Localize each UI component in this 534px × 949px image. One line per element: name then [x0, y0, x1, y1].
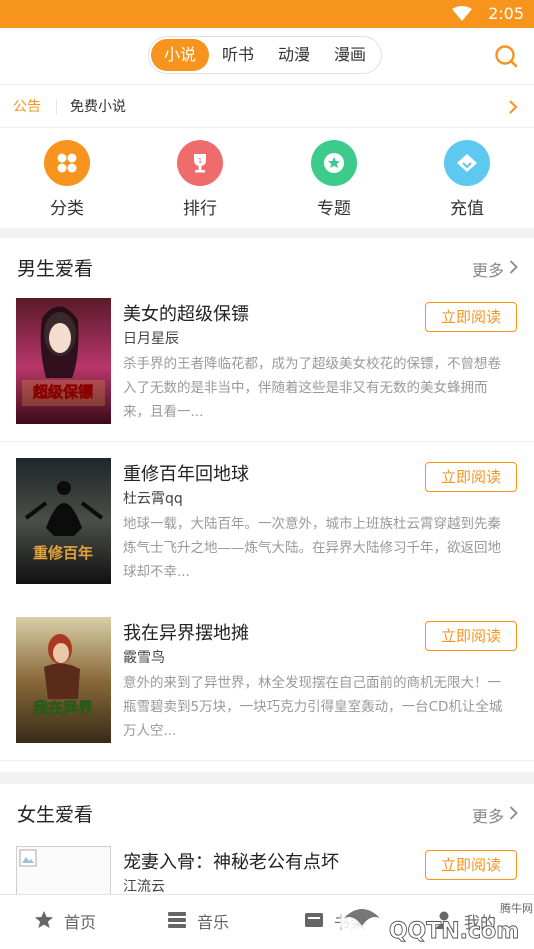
- book-author: 江流云: [123, 879, 165, 895]
- chevron-right-icon[interactable]: [509, 259, 518, 278]
- book-cover[interactable]: 重修百年: [16, 458, 111, 584]
- book-description: 地球一载，大陆百年。一次意外，城市上班族杜云霄穿越到先秦炼气士飞升之地——炼气大…: [123, 516, 501, 580]
- chevron-right-icon[interactable]: [509, 805, 518, 824]
- book-author: 霰雪鸟: [123, 650, 165, 666]
- quick-link-label: 排行: [183, 199, 217, 219]
- book-cover[interactable]: 超级保镖: [16, 298, 111, 424]
- tab-anime[interactable]: 动漫: [265, 39, 323, 71]
- quick-link-ranking[interactable]: 1 排行: [160, 140, 240, 219]
- cover-title: 重修百年: [33, 544, 93, 562]
- book-title[interactable]: 我在异界摆地摊: [123, 619, 249, 645]
- quick-link-label: 充值: [450, 199, 484, 219]
- chevron-right-icon: [508, 99, 518, 118]
- book-item[interactable]: 我在异界 我在异界摆地摊 霰雪鸟 意外的来到了异世界，林全发现摆在自己面前的商机…: [0, 601, 534, 761]
- book-item[interactable]: 重修百年 重修百年回地球 杜云霄qq 地球一载，大陆百年。一次意外，城市上班族杜…: [0, 442, 534, 602]
- music-list-icon: [168, 912, 186, 928]
- nav-music[interactable]: 音乐: [168, 909, 230, 933]
- nav-label: 音乐: [197, 913, 230, 932]
- book-description: 意外的来到了异世界，林全发现摆在自己面前的商机无限大！一瓶雪碧卖到5万块，一块巧…: [123, 675, 503, 739]
- book-title[interactable]: 宠妻入骨：神秘老公有点坏: [123, 848, 339, 874]
- quick-link-label: 专题: [317, 199, 351, 219]
- svg-text:1: 1: [198, 157, 202, 165]
- section-divider: [0, 228, 534, 238]
- trophy-icon: 1: [177, 140, 223, 186]
- book-item[interactable]: 宠妻入骨：神秘老公有点坏 江流云 立即阅读: [0, 830, 534, 949]
- notice-text: 免费小说: [70, 99, 126, 115]
- read-now-button[interactable]: 立即阅读: [425, 302, 517, 332]
- star-icon: [35, 911, 53, 928]
- quick-link-category[interactable]: 分类: [27, 140, 107, 219]
- book-author: 杜云霄qq: [123, 491, 183, 507]
- notice-bar[interactable]: 公告 免费小说: [0, 84, 534, 128]
- book-title[interactable]: 美女的超级保镖: [123, 300, 249, 326]
- top-nav: 小说 听书 动漫 漫画: [0, 28, 534, 84]
- nav-label: 首页: [64, 913, 97, 932]
- tab-novel[interactable]: 小说: [151, 39, 209, 71]
- quick-link-recharge[interactable]: 充值: [427, 140, 507, 219]
- watermark-site: 腾牛网: [500, 901, 533, 915]
- nav-home[interactable]: 首页: [35, 909, 97, 933]
- book-description: 杀手界的王者降临花都，成为了超级美女校花的保镖，不曾想卷入了无数的是非当中，伴随…: [123, 356, 501, 420]
- cover-title: 我在异界: [33, 699, 93, 717]
- read-now-button[interactable]: 立即阅读: [425, 850, 517, 880]
- star-badge-icon: [311, 140, 357, 186]
- grid-icon: [44, 140, 90, 186]
- diamond-icon: [444, 140, 490, 186]
- quick-link-topics[interactable]: 专题: [294, 140, 374, 219]
- status-time: 2:05: [488, 4, 524, 23]
- book-author: 日月星辰: [123, 331, 179, 347]
- bookshelf-icon: [305, 913, 323, 927]
- more-link[interactable]: 更多: [472, 803, 504, 827]
- section-title: 女生爱看: [17, 804, 94, 826]
- read-now-button[interactable]: 立即阅读: [425, 621, 517, 651]
- cover-title: 超级保镖: [32, 383, 93, 401]
- book-title[interactable]: 重修百年回地球: [123, 460, 249, 486]
- quick-link-label: 分类: [50, 199, 84, 219]
- section-title: 男生爱看: [17, 258, 94, 280]
- search-icon[interactable]: [494, 44, 518, 68]
- notice-divider: [56, 99, 57, 115]
- more-link[interactable]: 更多: [472, 257, 504, 281]
- watermark: 腾牛网 QQTN.com: [322, 896, 534, 948]
- watermark-brand: QQTN.com: [389, 919, 519, 944]
- notice-tag: 公告: [13, 99, 41, 115]
- status-bar: 2:05: [0, 0, 534, 28]
- section-divider: [0, 772, 534, 784]
- wifi-icon: [452, 6, 472, 26]
- quick-links: 分类 1 排行 专题 充值: [0, 128, 534, 228]
- tab-comic[interactable]: 漫画: [321, 39, 379, 71]
- book-cover[interactable]: 我在异界: [16, 617, 111, 743]
- book-item[interactable]: 超级保镖 美女的超级保镖 日月星辰 杀手界的王者降临花都，成为了超级美女校花的保…: [0, 282, 534, 442]
- category-tabs: 小说 听书 动漫 漫画: [148, 36, 382, 74]
- tab-audiobook[interactable]: 听书: [209, 39, 267, 71]
- read-now-button[interactable]: 立即阅读: [425, 462, 517, 492]
